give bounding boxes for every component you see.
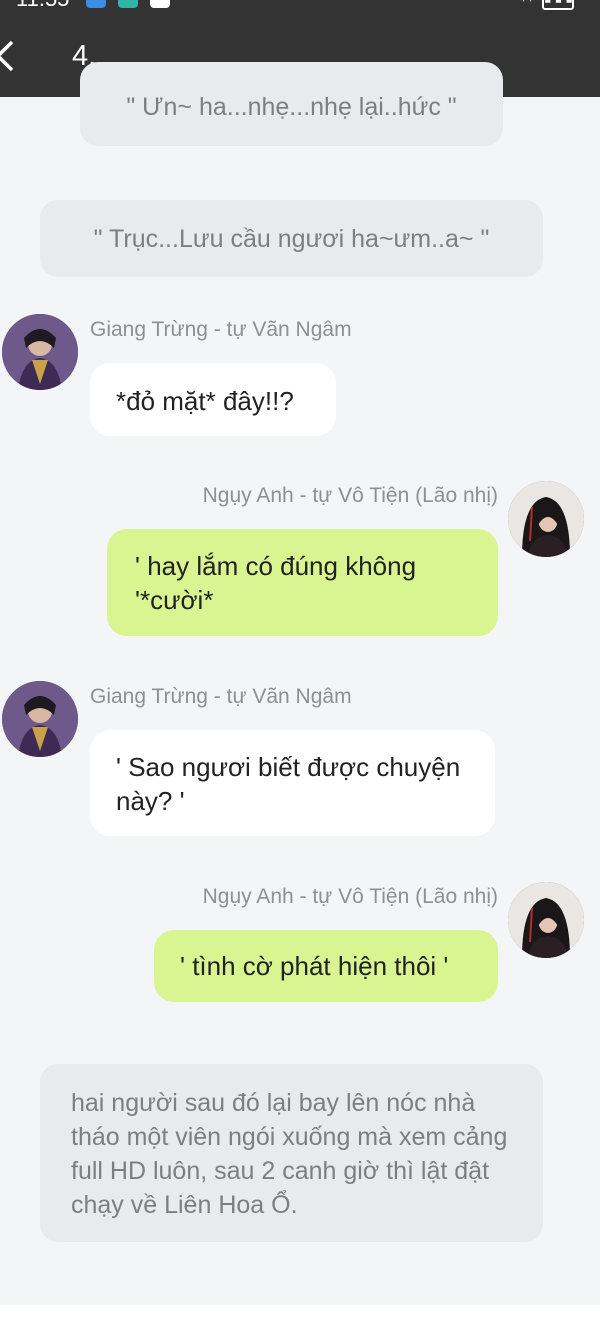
avatar-image — [2, 681, 78, 757]
avatar-image — [508, 882, 584, 958]
sender-name: Ngụy Anh - tự Vô Tiện (Lão nhị) — [202, 484, 498, 507]
narration-bubble: " Trục...Lưu cầu ngươi ha~ưm..a~ " — [40, 200, 543, 277]
narration-text: hai người sau đó lại bay lên nóc nhà thá… — [71, 1089, 508, 1219]
message-text: ' hay lắm có đúng không '*cười* — [135, 551, 417, 615]
sender-avatar[interactable] — [2, 681, 78, 757]
message-bubble: ' hay lắm có đúng không '*cười* — [107, 529, 498, 636]
narration-text: " Ưn~ ha...nhẹ...nhẹ lại..hức " — [126, 93, 457, 121]
message-bubble: *đỏ mặt* đây!!? — [90, 363, 336, 436]
status-time: 11:55 — [16, 0, 69, 12]
sender-name: Ngụy Anh - tự Vô Tiện (Lão nhị) — [202, 885, 498, 908]
notification-icon — [150, 0, 170, 8]
bottom-bar — [0, 1305, 600, 1335]
sender-name: Giang Trừng - tự Vãn Ngâm — [90, 685, 352, 708]
notification-icon — [118, 0, 138, 8]
avatar-image — [2, 314, 78, 390]
back-arrow-icon[interactable] — [0, 38, 16, 74]
message-text: *đỏ mặt* đây!!? — [116, 386, 294, 416]
narration-bubble: hai người sau đó lại bay lên nóc nhà thá… — [40, 1064, 543, 1242]
narration-text: " Trục...Lưu cầu ngươi ha~ưm..a~ " — [93, 225, 490, 253]
sender-avatar[interactable] — [508, 882, 584, 958]
battery-icon — [542, 0, 574, 10]
message-text: ' Sao ngươi biết được chuyện này? ' — [116, 752, 461, 816]
message-bubble: ' tình cờ phát hiện thôi ' — [154, 930, 498, 1002]
avatar-image — [508, 481, 584, 557]
message-text: ' tình cờ phát hiện thôi ' — [180, 951, 449, 981]
message-bubble: ' Sao ngươi biết được chuyện này? ' — [90, 730, 495, 836]
sender-avatar[interactable] — [2, 314, 78, 390]
sender-name: Giang Trừng - tự Vãn Ngâm — [90, 318, 352, 341]
narration-bubble: " Ưn~ ha...nhẹ...nhẹ lại..hức " — [80, 62, 503, 146]
notification-icon — [86, 0, 106, 8]
sender-avatar[interactable] — [508, 481, 584, 557]
